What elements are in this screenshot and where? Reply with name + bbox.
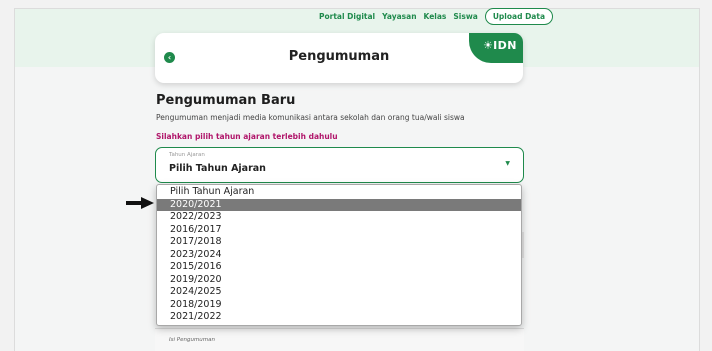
- select-value: Pilih Tahun Ajaran: [169, 163, 266, 174]
- pointer-arrow-icon: [126, 197, 154, 209]
- nav-portal-digital[interactable]: Portal Digital: [319, 12, 375, 21]
- dropdown-option[interactable]: Pilih Tahun Ajaran: [157, 186, 521, 199]
- dropdown-option[interactable]: 2021/2022: [157, 311, 521, 324]
- section-title: Pengumuman Baru: [156, 93, 296, 108]
- dropdown-option[interactable]: 2019/2020: [157, 274, 521, 287]
- brand-badge: ☀ IDN: [469, 33, 523, 63]
- dropdown-option[interactable]: 2023/2024: [157, 249, 521, 262]
- section-subtitle: Pengumuman menjadi media komunikasi anta…: [156, 113, 465, 122]
- tahun-ajaran-select[interactable]: Tahun Ajaran Pilih Tahun Ajaran ▼: [155, 147, 524, 183]
- nav-kelas[interactable]: Kelas: [424, 12, 447, 21]
- nav-yayasan[interactable]: Yayasan: [382, 12, 416, 21]
- isi-pengumuman-label: Isi Pengumuman: [169, 337, 215, 343]
- dropdown-option[interactable]: 2016/2017: [157, 224, 521, 237]
- top-nav: Portal Digital Yayasan Kelas Siswa Uploa…: [319, 7, 553, 25]
- dropdown-option[interactable]: 2018/2019: [157, 299, 521, 312]
- header-card: ‹ Pengumuman ☀ IDN: [155, 33, 523, 83]
- year-hint: Silahkan pilih tahun ajaran terlebih dah…: [156, 132, 338, 141]
- isi-pengumuman-field[interactable]: Isi Pengumuman: [155, 328, 524, 351]
- dropdown-option-highlighted[interactable]: 2020/2021: [157, 198, 521, 211]
- upload-data-button[interactable]: Upload Data: [484, 7, 553, 25]
- caret-down-icon: ▼: [505, 160, 510, 167]
- brand-logo-text: IDN: [493, 39, 517, 52]
- dropdown-option[interactable]: 2022/2023: [157, 211, 521, 224]
- nav-siswa[interactable]: Siswa: [453, 12, 477, 21]
- select-floating-label: Tahun Ajaran: [169, 152, 205, 158]
- dropdown-option[interactable]: 2015/2016: [157, 261, 521, 274]
- dropdown-option[interactable]: 2024/2025: [157, 286, 521, 299]
- page-title: Pengumuman: [288, 49, 390, 64]
- dropdown-option[interactable]: 2017/2018: [157, 236, 521, 249]
- year-dropdown-list: Pilih Tahun Ajaran 2020/2021 2022/2023 2…: [156, 184, 522, 326]
